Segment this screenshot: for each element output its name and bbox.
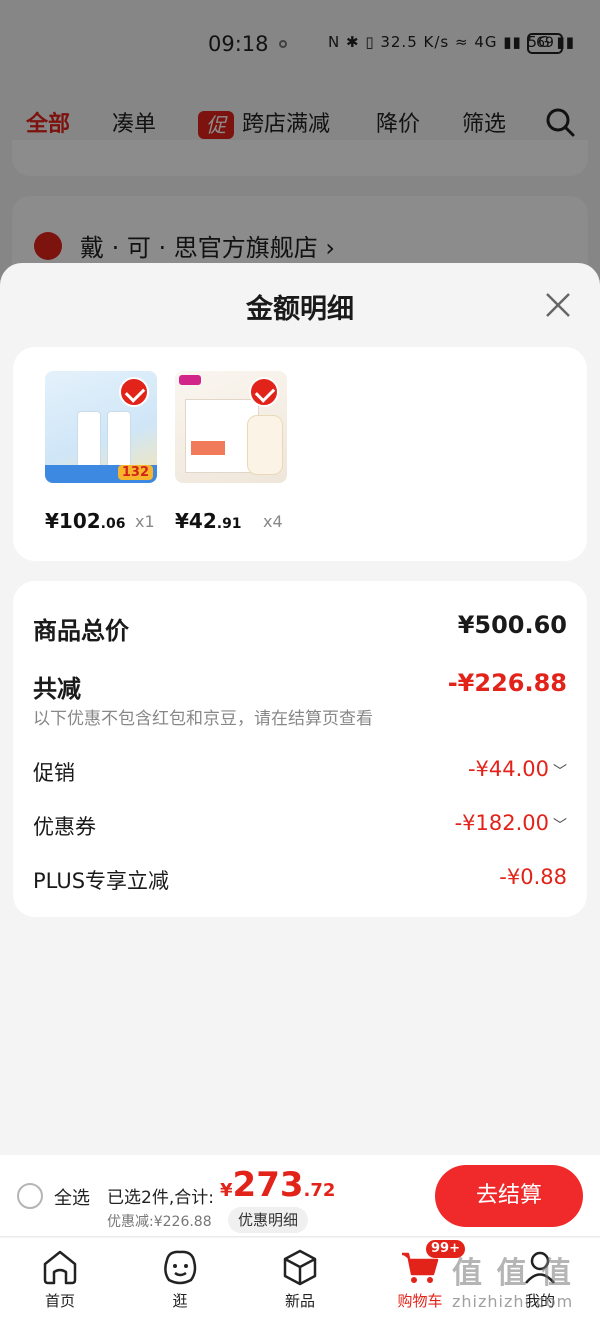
promo-value: -¥44.00 ﹀ bbox=[468, 757, 567, 781]
watermark-url: zhizhizhi.com bbox=[452, 1292, 574, 1311]
dim-overlay[interactable] bbox=[0, 0, 600, 300]
total-currency: ¥ bbox=[220, 1180, 233, 1201]
select-all-checkbox[interactable] bbox=[17, 1183, 43, 1209]
promo-amount: -¥44.00 bbox=[467, 757, 549, 781]
select-all-label[interactable]: 全选 bbox=[54, 1184, 90, 1210]
discount-value: -¥226.88 bbox=[447, 669, 567, 697]
price-dec: .06 bbox=[100, 516, 126, 532]
tab-cart[interactable]: 99+ 购物车 bbox=[380, 1240, 465, 1311]
product-qty: x1 bbox=[135, 512, 155, 531]
chevron-down-icon: ﹀ bbox=[553, 764, 567, 780]
price-int: ¥42 bbox=[175, 509, 217, 533]
selected-check-icon bbox=[119, 377, 149, 407]
tab-home[interactable]: 首页 bbox=[20, 1246, 100, 1311]
new-box-icon bbox=[279, 1246, 321, 1288]
tube-shape bbox=[77, 411, 101, 469]
product-qty: x4 bbox=[263, 512, 283, 531]
plus-label: PLUS专享立减 bbox=[33, 869, 170, 893]
price-dec: .91 bbox=[216, 516, 242, 532]
tab-new[interactable]: 新品 bbox=[260, 1246, 340, 1311]
coupon-value: -¥182.00 ﹀ bbox=[455, 811, 567, 835]
discount-label: 共减 bbox=[33, 675, 81, 703]
checkout-bar: 全选 已选2件,合计: ¥273.72 优惠减:¥226.88 优惠明细 去结算 bbox=[0, 1155, 600, 1237]
coupon-amount: -¥182.00 bbox=[454, 811, 549, 835]
products-card: 132 ¥102.06 x1 ¥42.91 x4 bbox=[13, 347, 587, 561]
discover-face-icon bbox=[159, 1246, 201, 1288]
brand-logo bbox=[179, 375, 201, 385]
watermark: 值 值 值 bbox=[452, 1256, 573, 1291]
product-item[interactable]: ¥42.91 x4 bbox=[175, 371, 287, 533]
tube-shape bbox=[107, 411, 131, 469]
product-item[interactable]: 132 ¥102.06 x1 bbox=[45, 371, 157, 533]
discount-note: 以下优惠不包含红包和京豆，请在结算页查看 bbox=[33, 709, 373, 729]
total-label: 商品总价 bbox=[33, 617, 129, 645]
price-int: ¥102 bbox=[45, 509, 101, 533]
plus-value: -¥0.88 bbox=[499, 865, 567, 889]
selected-check-icon bbox=[249, 377, 279, 407]
tab-label: 逛 bbox=[172, 1292, 188, 1310]
total-int: 273 bbox=[232, 1165, 304, 1205]
bag-shape bbox=[247, 415, 283, 475]
chevron-down-icon: ﹀ bbox=[553, 818, 567, 834]
tab-label: 新品 bbox=[284, 1292, 315, 1310]
box-label bbox=[191, 441, 225, 455]
total-value: ¥500.60 bbox=[457, 611, 567, 639]
price-detail-sheet: 金额明细 132 ¥102.06 x1 ¥42.91 x4 商品总价 ¥500.… bbox=[0, 263, 600, 1155]
skincare-product-image: 132 bbox=[45, 371, 157, 483]
total-dec: .72 bbox=[303, 1180, 336, 1201]
close-icon[interactable] bbox=[540, 287, 576, 323]
checkout-button[interactable]: 去结算 bbox=[435, 1165, 583, 1227]
summary-card: 商品总价 ¥500.60 共减 -¥226.88 以下优惠不包含红包和京豆，请在… bbox=[13, 581, 587, 917]
diaper-product-image bbox=[175, 371, 287, 483]
promo-label: 促销 bbox=[33, 761, 75, 785]
tab-label: 购物车 bbox=[397, 1292, 443, 1310]
thumb-price-tag: 132 bbox=[117, 465, 153, 480]
tab-discover[interactable]: 逛 bbox=[140, 1246, 220, 1311]
discount-detail-button[interactable]: 优惠明细 bbox=[228, 1207, 309, 1233]
discount-summary: 优惠减:¥226.88 bbox=[107, 1214, 212, 1230]
selected-count-text: 已选2件,合计: bbox=[107, 1188, 214, 1208]
tab-label: 首页 bbox=[44, 1292, 75, 1310]
home-icon bbox=[39, 1246, 81, 1288]
sheet-title: 金额明细 bbox=[246, 294, 354, 325]
coupon-label: 优惠券 bbox=[33, 815, 96, 839]
total-price: ¥273.72 bbox=[220, 1165, 335, 1205]
